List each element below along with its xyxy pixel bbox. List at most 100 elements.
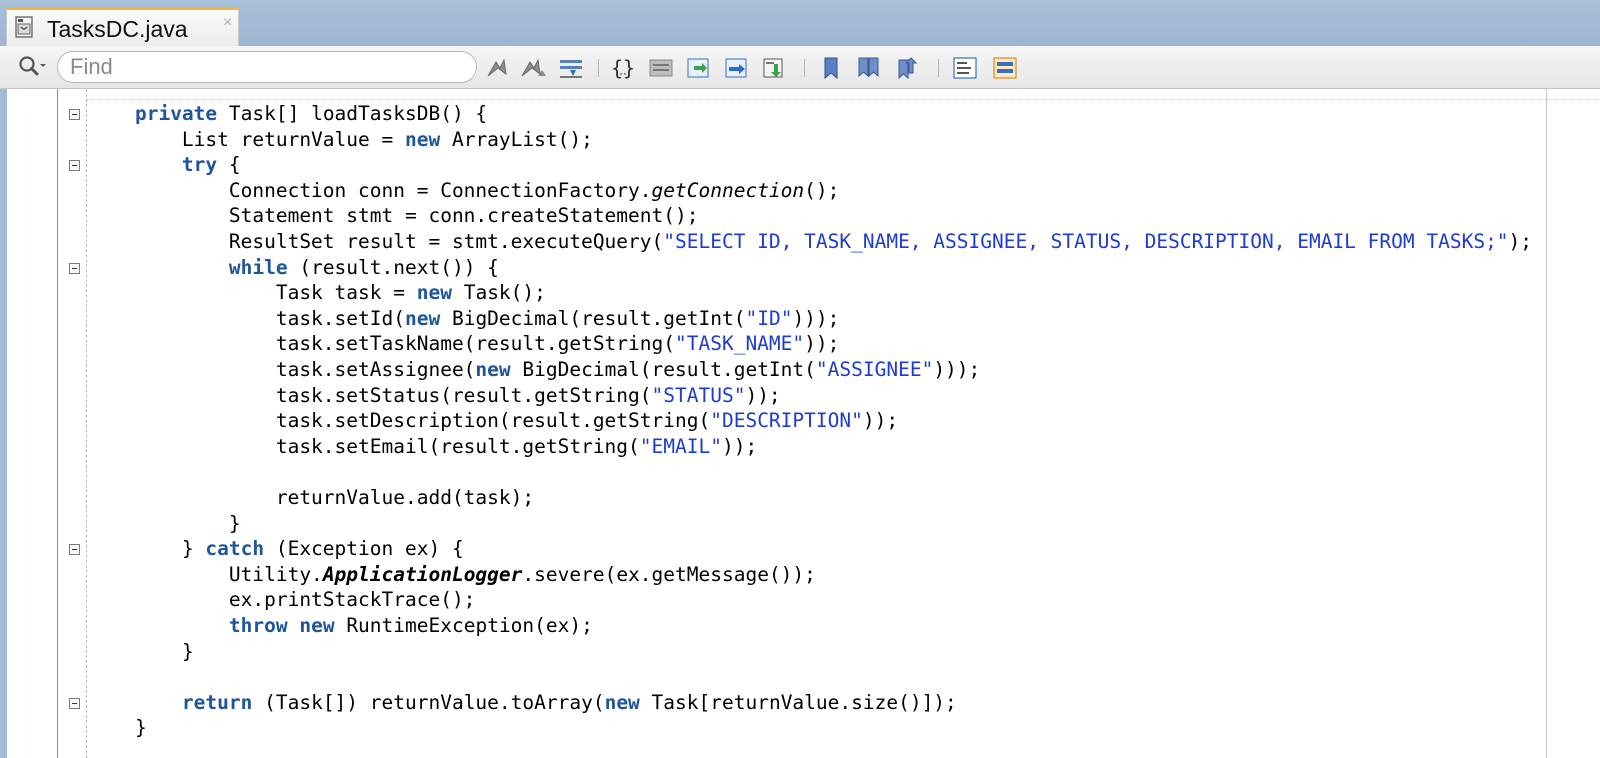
code-token: ApplicationLogger [322, 562, 523, 586]
code-line[interactable]: try { [88, 153, 241, 179]
code-line[interactable]: task.setDescription(result.getString("DE… [88, 409, 898, 435]
prev-occurrence-icon[interactable] [482, 54, 512, 82]
fold-toggle-icon[interactable] [69, 109, 80, 120]
code-line[interactable]: } [88, 640, 194, 666]
code-editor[interactable]: private Task[] loadTasksDB() { List retu… [7, 89, 1600, 758]
code-token: while [228, 255, 288, 279]
code-token: new [299, 614, 335, 637]
shift-right-icon[interactable] [684, 54, 714, 82]
code-token: } [88, 537, 206, 561]
code-token: List returnValue = [88, 127, 405, 151]
code-token: throw [228, 614, 288, 637]
code-token: )); [745, 383, 781, 407]
tab-close-button[interactable]: × [223, 14, 232, 32]
code-token: ))); [933, 358, 981, 381]
code-token: Utility. [88, 562, 323, 586]
code-line[interactable]: task.setTaskName(result.getString("TASK_… [88, 332, 840, 358]
code-line[interactable]: } [88, 716, 147, 742]
code-line[interactable]: return (Task[]) returnValue.toArray(new … [88, 691, 957, 717]
code-line[interactable]: } [88, 512, 241, 538]
editor-toolbar: {} [0, 46, 1600, 89]
code-token: } [88, 639, 194, 663]
code-line[interactable]: Task task = new Task(); [88, 281, 546, 307]
code-token: Task[] loadTasksDB() { [217, 102, 488, 125]
code-line[interactable]: ResultSet result = stmt.executeQuery("SE… [88, 230, 1532, 256]
comment-icon[interactable] [950, 54, 980, 82]
code-line[interactable]: task.setId(new BigDecimal(result.getInt(… [88, 306, 840, 333]
move-up-icon[interactable] [722, 54, 752, 82]
code-token: { [217, 153, 241, 177]
code-token: ))); [792, 306, 840, 330]
fold-toggle-icon[interactable] [69, 160, 80, 172]
code-line[interactable]: ex.printStackTrace(); [88, 588, 476, 614]
code-token: .severe(ex.getMessage()); [522, 562, 816, 586]
code-line[interactable]: task.setAssignee(new BigDecimal(result.g… [88, 358, 980, 384]
code-token: ex.printStackTrace(); [88, 588, 476, 612]
code-token: )); [862, 409, 899, 433]
code-line[interactable]: private Task[] loadTasksDB() { [88, 102, 487, 128]
code-token: Connection conn = ConnectionFactory. [88, 178, 652, 202]
code-line[interactable]: Connection conn = ConnectionFactory.getC… [88, 178, 840, 205]
next-occurrence-icon[interactable] [518, 54, 548, 82]
code-token: task.setAssignee( [88, 358, 476, 381]
toolbar-separator [598, 59, 599, 77]
code-token: )); [721, 434, 758, 458]
code-token: returnValue.add(task); [88, 486, 535, 509]
prev-bookmark-icon[interactable] [854, 54, 884, 82]
code-line[interactable]: Statement stmt = conn.createStatement(); [88, 204, 699, 230]
fold-guide [86, 89, 87, 758]
editor-tab-strip: TasksDC.java × [0, 0, 1600, 46]
code-line[interactable]: throw new RuntimeException(ex); [88, 614, 593, 640]
code-token: RuntimeException(ex); [334, 614, 593, 637]
code-token: task.setDescription(result.getString( [88, 409, 711, 433]
code-token: task.setEmail(result.getString( [88, 434, 640, 458]
find-input[interactable] [57, 51, 477, 83]
code-token: Task(); [451, 281, 546, 305]
toolbar-separator [938, 59, 939, 77]
code-token: catch [205, 537, 265, 561]
editor-tab-tasksdc[interactable]: TasksDC.java × [6, 7, 239, 46]
right-margin-line [1546, 89, 1547, 758]
braces-icon[interactable]: {} [608, 54, 638, 82]
toggle-bookmark-icon[interactable] [816, 54, 846, 82]
code-token: new [416, 281, 452, 305]
code-token: task.setStatus(result.getString( [88, 383, 652, 407]
fold-toggle-icon[interactable] [69, 262, 80, 274]
ide-window: TasksDC.java × {} [0, 0, 1600, 758]
fold-toggle-icon[interactable] [69, 544, 80, 556]
code-token: (Exception ex) { [264, 537, 464, 561]
code-token: BigDecimal(result.getInt( [440, 306, 746, 330]
uncomment-icon[interactable] [990, 54, 1020, 82]
code-token: ArrayList(); [440, 127, 593, 151]
code-token: } [88, 716, 147, 740]
move-down-icon[interactable] [760, 54, 790, 82]
toggle-highlight-icon[interactable] [556, 54, 586, 82]
code-line[interactable]: task.setEmail(result.getString("EMAIL"))… [88, 435, 757, 461]
fold-toggle-icon[interactable] [69, 697, 80, 709]
code-token: Task task = [88, 281, 417, 305]
code-token: (); [804, 178, 840, 202]
code-token: } [88, 511, 241, 535]
next-bookmark-icon[interactable] [894, 54, 924, 82]
code-line[interactable]: List returnValue = new ArrayList(); [88, 128, 593, 154]
toolbar-separator [804, 59, 805, 77]
code-token: ); [1508, 230, 1533, 253]
code-token: task.setTaskName(result.getString( [88, 332, 675, 356]
code-token: (result.next()) { [287, 255, 499, 279]
code-token: private [134, 102, 218, 125]
search-options-icon[interactable] [16, 54, 50, 80]
code-token: new [604, 690, 640, 714]
code-line[interactable]: returnValue.add(task); [88, 486, 534, 512]
shift-left-icon[interactable] [646, 54, 676, 82]
line-gutter [7, 89, 58, 758]
code-line[interactable]: } catch (Exception ex) { [88, 537, 464, 563]
code-line[interactable]: Utility.ApplicationLogger.severe(ex.getM… [88, 563, 816, 589]
code-token: getConnection [651, 178, 805, 202]
code-line[interactable]: task.setStatus(result.getString("STATUS"… [88, 384, 781, 410]
code-line[interactable]: while (result.next()) { [88, 256, 499, 282]
